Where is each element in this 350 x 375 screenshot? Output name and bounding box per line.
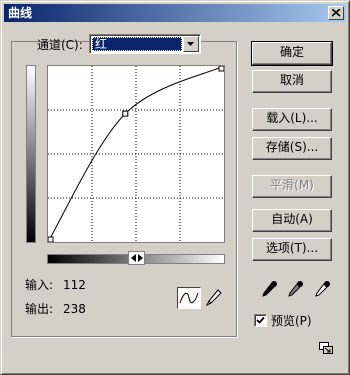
title-bar: 曲线 (4, 4, 346, 22)
channel-selected-value: 红 (92, 37, 182, 51)
load-button[interactable]: 载入(L)... (252, 108, 332, 131)
curve-control-point[interactable] (122, 110, 129, 117)
options-button[interactable]: 选项(T)... (252, 238, 332, 261)
black-eyedropper-icon (262, 281, 277, 297)
channel-select[interactable]: 红 (89, 34, 201, 54)
curves-dialog: 曲线 通道(C): 红 输入: 112 输出: 238 确定 取消 载入(L).… (0, 0, 350, 375)
ok-button[interactable]: 确定 (251, 41, 333, 66)
output-gradient-bar (26, 65, 36, 243)
input-label: 输入: (25, 278, 54, 292)
pencil-tool-button[interactable] (205, 288, 223, 308)
curve-control-point[interactable] (218, 66, 224, 72)
pencil-tool-icon (205, 289, 222, 307)
close-button[interactable] (328, 6, 344, 20)
window-title: 曲线 (8, 6, 33, 20)
curve-canvas[interactable] (48, 66, 224, 242)
gray-eyedropper-icon (288, 281, 303, 297)
curve-tool-button[interactable] (177, 287, 201, 309)
dropdown-arrow-icon (187, 42, 194, 46)
auto-button[interactable]: 自动(A) (252, 209, 332, 232)
gradient-toggle-icon (131, 254, 143, 262)
black-eyedropper-button[interactable] (260, 280, 278, 300)
gray-eyedropper-button[interactable] (286, 280, 304, 300)
save-button[interactable]: 存储(S)... (252, 137, 332, 160)
input-value: 112 (63, 278, 86, 292)
output-value: 238 (63, 302, 86, 316)
curve-graph[interactable] (47, 65, 225, 243)
close-icon (332, 9, 341, 17)
channel-dropdown-button[interactable] (183, 36, 199, 52)
check-icon (256, 316, 265, 324)
cancel-button[interactable]: 取消 (252, 70, 332, 93)
expand-icon (319, 342, 333, 354)
white-eyedropper-button[interactable] (313, 280, 331, 300)
channel-label: 通道(C): (37, 38, 83, 52)
smooth-button[interactable]: 平滑(M) (252, 175, 332, 198)
curve-control-point[interactable] (48, 236, 54, 242)
white-eyedropper-icon (315, 281, 330, 297)
preview-label[interactable]: 预览(P) (271, 313, 312, 329)
output-label: 输出: (25, 302, 54, 316)
expand-button[interactable] (319, 342, 333, 354)
gradient-toggle-button[interactable] (128, 251, 145, 265)
curve-tool-icon (179, 292, 199, 304)
preview-checkbox[interactable] (254, 314, 267, 327)
